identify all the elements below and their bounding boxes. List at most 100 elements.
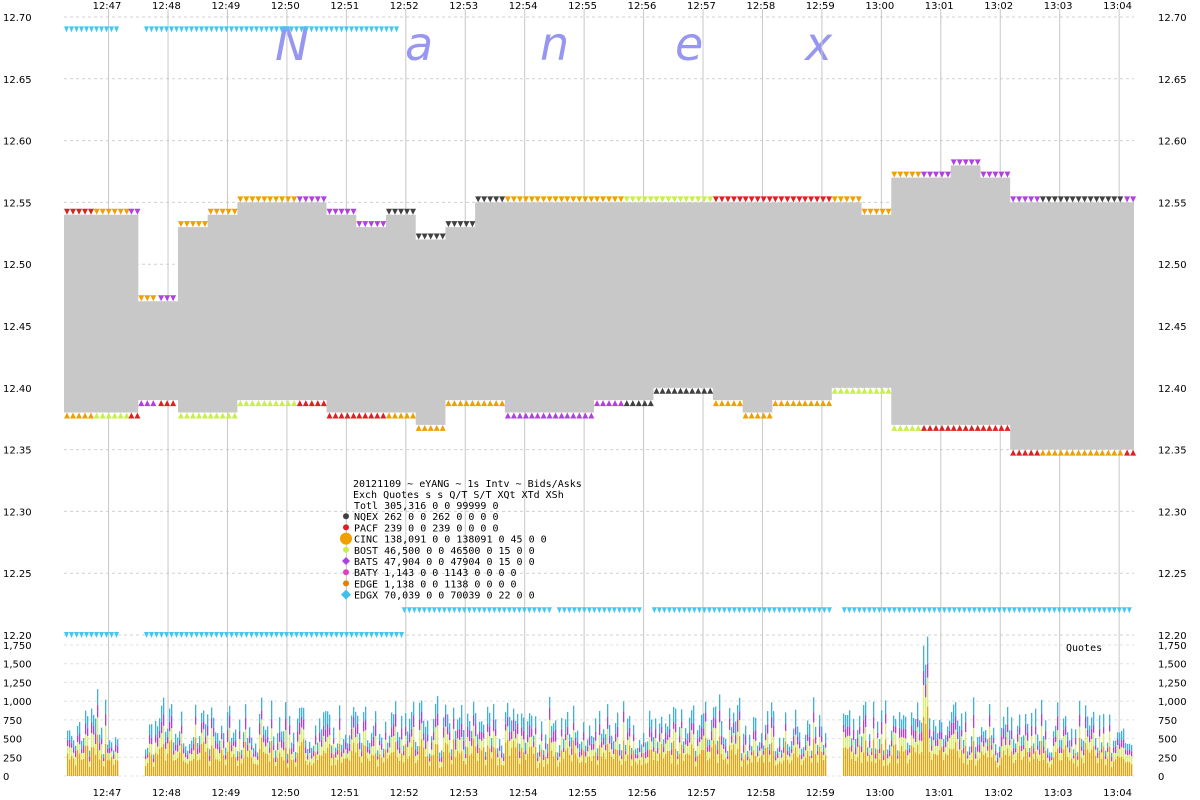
- ask-quote-marker: [510, 196, 517, 203]
- volume-bar-cinc: [1039, 760, 1041, 776]
- bid-quote-marker: [802, 400, 809, 407]
- volume-bar-bost: [245, 729, 247, 742]
- bid-quote-marker: [540, 412, 547, 419]
- volume-bar-bost: [223, 748, 225, 755]
- volume-bar-bats: [723, 743, 725, 749]
- bid-quote-marker: [285, 400, 292, 407]
- volume-bar-edgx: [173, 742, 175, 751]
- edgx-low-ask-marker: [576, 607, 582, 614]
- volume-bar-edgx: [1013, 739, 1015, 748]
- volume-bar-cinc: [195, 738, 197, 776]
- edgx-low-bid-marker: [309, 632, 314, 638]
- legend-row: NQEX 262 0 0 262 0 0 0 0: [354, 512, 499, 523]
- volume-bar-bats: [515, 728, 517, 739]
- volume-bar-edgx: [251, 737, 253, 746]
- volume-bar-bost: [113, 758, 115, 765]
- volume-bar-bost: [381, 749, 383, 758]
- volume-bar-cinc: [1001, 758, 1003, 776]
- volume-bar-bats: [277, 743, 279, 750]
- volume-bar-bost: [1089, 742, 1091, 753]
- volume-bar-bost: [973, 727, 975, 741]
- edgx-low-ask-marker: [411, 607, 417, 614]
- volume-bar-bats: [1009, 739, 1011, 745]
- bid-quote-marker: [308, 400, 315, 407]
- volume-bar-cinc: [1081, 757, 1083, 776]
- volume-bar-edgx: [1017, 725, 1019, 734]
- volume-bar-edgx: [365, 706, 367, 721]
- volume-bar-cinc: [659, 753, 661, 776]
- volume-bar-cinc: [439, 767, 441, 776]
- volume-bar-bost: [1059, 752, 1061, 761]
- volume-bar-bats: [727, 755, 729, 760]
- volume-bar-bats: [1055, 736, 1057, 743]
- volume-bar-cinc: [303, 739, 305, 776]
- volume-bar-bost: [815, 743, 817, 754]
- volume-bar-cinc: [349, 760, 351, 776]
- volume-bar-bats: [903, 728, 905, 738]
- volume-bar-edgx: [977, 737, 979, 745]
- volume-bar-bats: [1087, 729, 1089, 737]
- volume-bar-cinc: [881, 744, 883, 776]
- volume-bar-bost: [697, 746, 699, 756]
- volume-bar-cinc: [739, 735, 741, 776]
- ask-quote-marker: [285, 196, 292, 203]
- volume-bar-edgx: [1083, 740, 1085, 750]
- volume-bar-bost: [285, 730, 287, 748]
- volume-bar-bats: [477, 744, 479, 754]
- volume-bar-bost: [657, 753, 659, 761]
- volume-bar-cinc: [907, 763, 909, 776]
- volume-bar-edgx: [801, 748, 803, 755]
- volume-bar-edgx: [997, 752, 999, 758]
- volume-bar-bats: [531, 728, 533, 737]
- volume-y-tick-left: 1,500: [3, 660, 32, 671]
- edgx-low-ask-marker: [741, 607, 747, 614]
- volume-bar-bost: [215, 748, 217, 760]
- volume-bar-bost: [183, 753, 185, 761]
- volume-bar-bost: [995, 755, 997, 761]
- ask-quote-marker: [144, 295, 151, 302]
- volume-bar-edgx: [693, 705, 695, 724]
- volume-bar-bost: [997, 762, 999, 768]
- edgx-low-ask-marker: [871, 607, 877, 614]
- ask-quote-marker: [123, 208, 130, 215]
- volume-bar-edgx: [493, 703, 495, 720]
- volume-bar-edgx: [847, 715, 849, 727]
- volume-bar-bost: [1031, 736, 1033, 746]
- volume-bar-cinc: [521, 747, 523, 776]
- volume-bar-bost: [339, 729, 341, 744]
- y-tick-left: 12.40: [3, 384, 32, 395]
- volume-bar-edgx: [375, 711, 377, 723]
- volume-bar-bats: [247, 744, 249, 751]
- volume-bar-edgx: [155, 720, 157, 735]
- volume-bar-edgx: [465, 746, 467, 755]
- volume-bar-edgx: [961, 713, 963, 730]
- volume-bar-edgx: [1055, 725, 1057, 737]
- bid-quote-marker: [820, 400, 827, 407]
- volume-bar-bost: [819, 736, 821, 747]
- volume-bar-bats: [733, 722, 735, 733]
- volume-bar-edgx: [373, 725, 375, 737]
- volume-bar-edgx: [969, 746, 971, 752]
- volume-bar-edgx: [853, 718, 855, 730]
- volume-bar-edgx: [225, 747, 227, 755]
- bid-quote-marker: [909, 424, 916, 431]
- edgx-high-ask-marker: [309, 26, 314, 33]
- edgx-low-ask-marker: [776, 607, 782, 614]
- volume-bar-cinc: [211, 745, 213, 776]
- volume-bar-bats: [529, 725, 531, 738]
- volume-bar-bats: [969, 751, 971, 756]
- ask-quote-marker: [950, 159, 957, 166]
- volume-bar-bost: [519, 757, 521, 764]
- volume-bar-bats: [167, 736, 169, 744]
- volume-bar-cinc: [151, 754, 153, 776]
- volume-bar-bats: [803, 753, 805, 757]
- edgx-low-ask-marker: [616, 607, 622, 614]
- volume-bar-cinc: [145, 765, 147, 776]
- volume-bar-bost: [759, 750, 761, 759]
- volume-bar-edgx: [705, 701, 707, 713]
- volume-bar-bats: [979, 745, 981, 753]
- volume-bar-cinc: [849, 747, 851, 776]
- volume-bar-bost: [261, 719, 263, 738]
- volume-bar-cinc: [871, 761, 873, 776]
- volume-bar-bats: [755, 730, 757, 741]
